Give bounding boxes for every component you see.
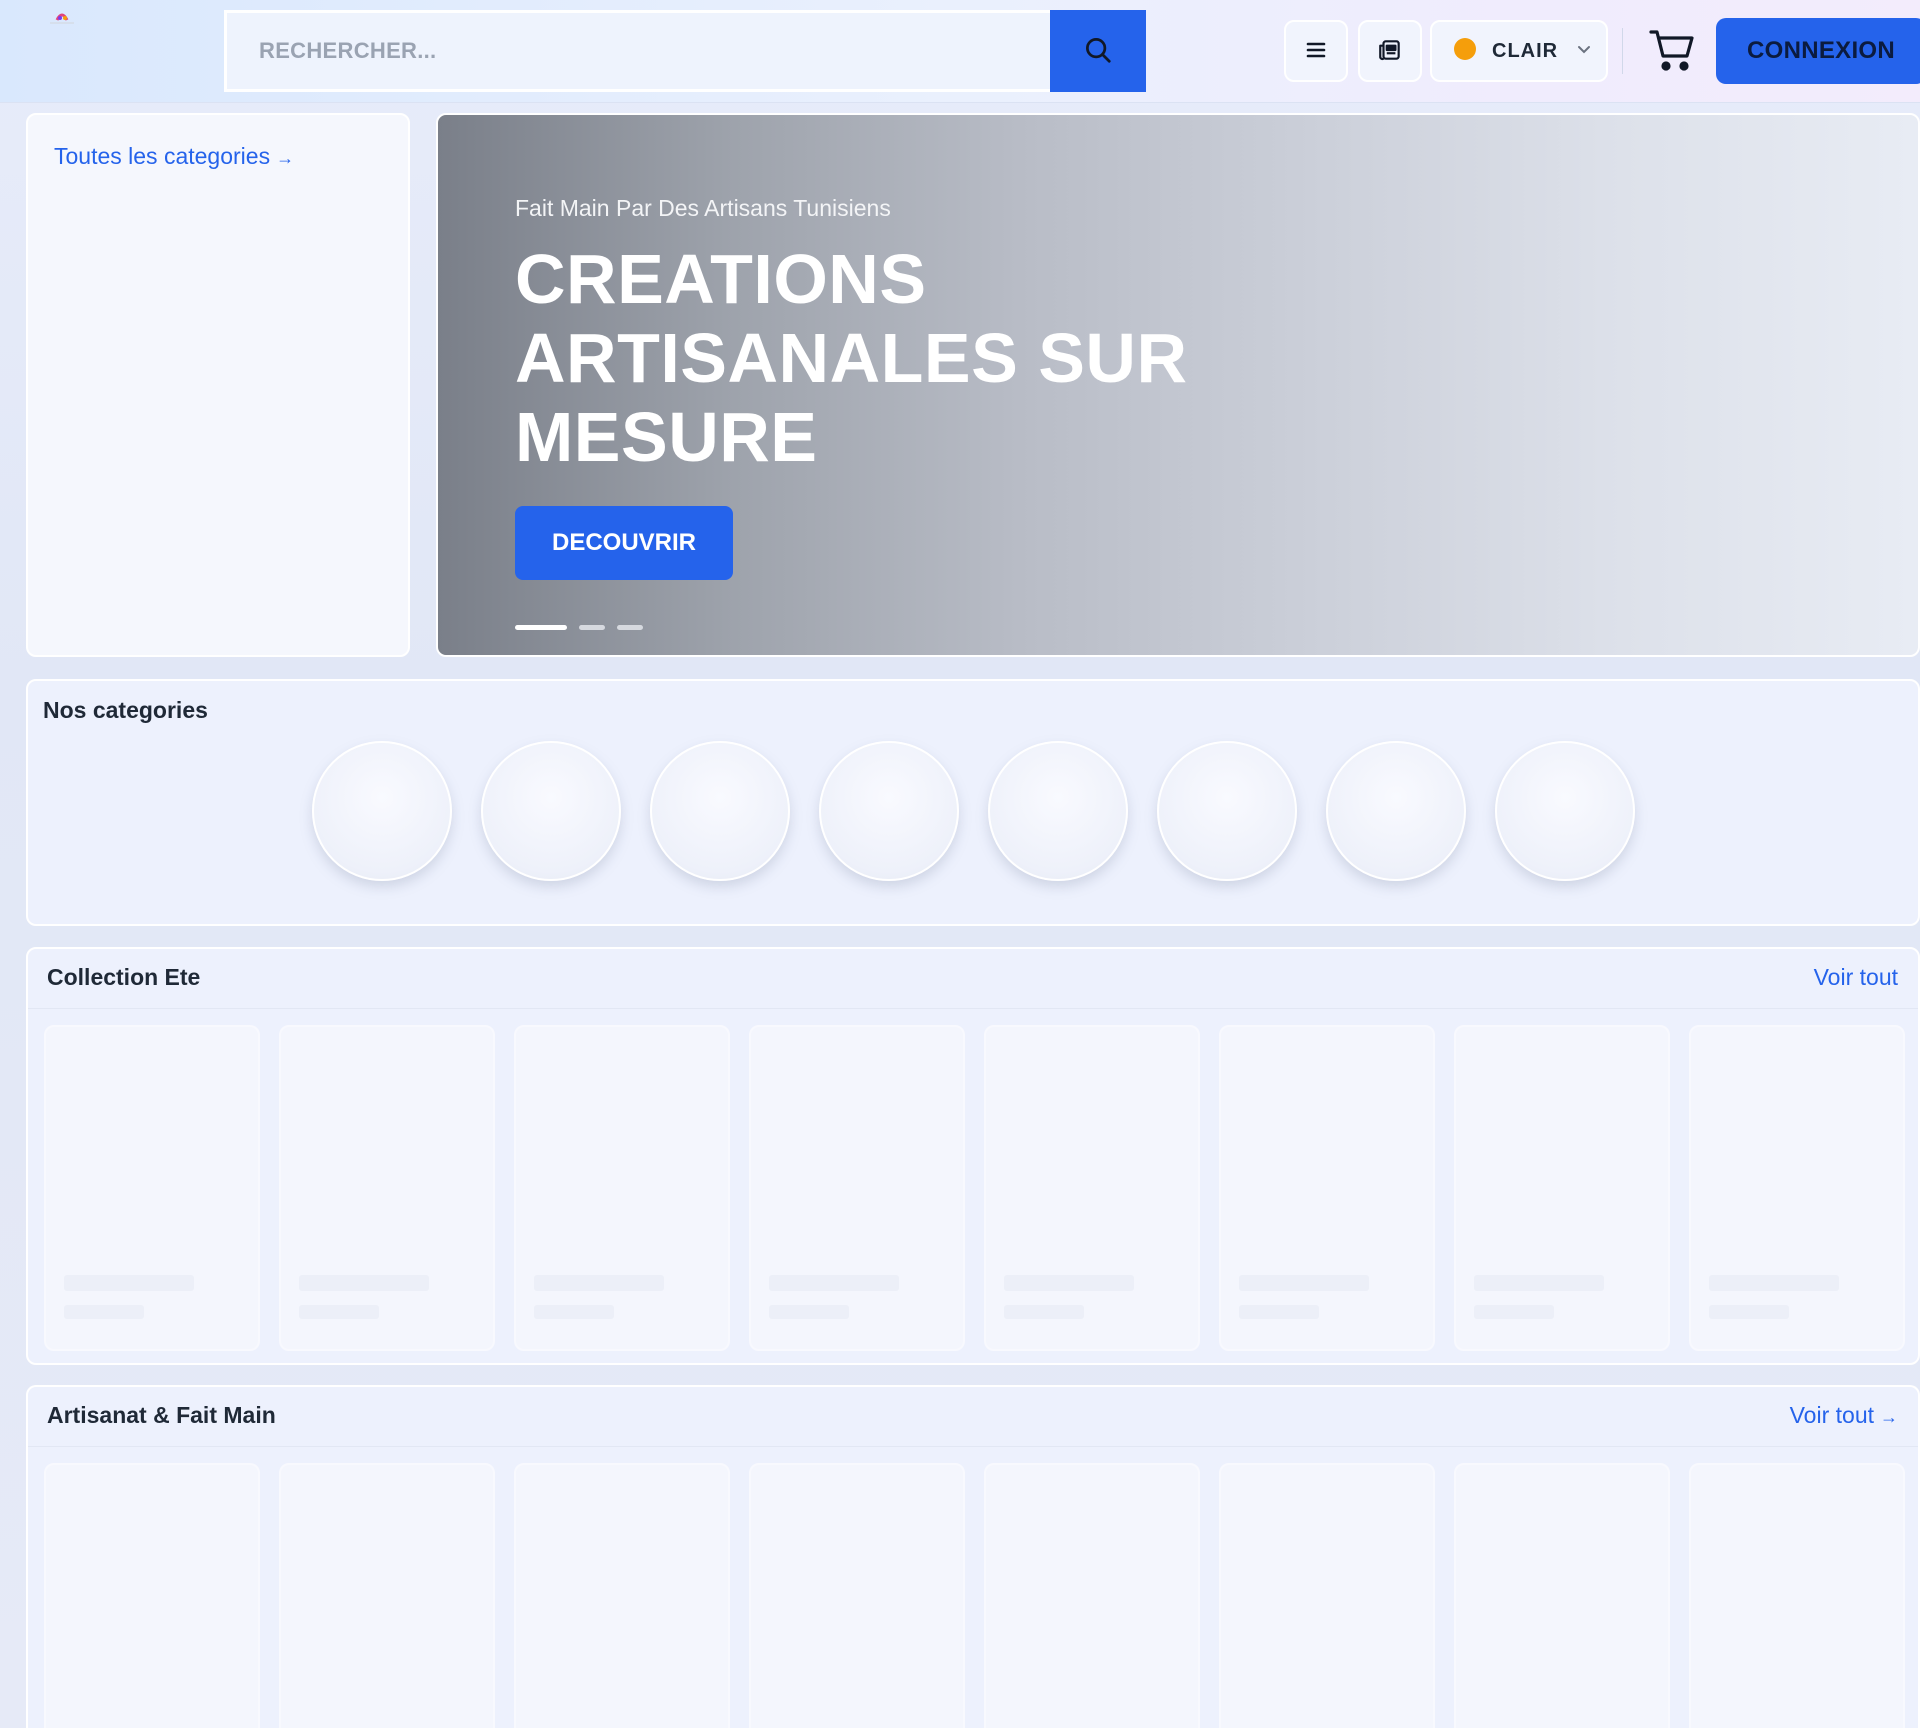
product-card-placeholder[interactable] — [279, 1463, 495, 1728]
slider-dots — [515, 625, 643, 630]
arrow-right-icon: → — [1880, 1407, 1898, 1427]
cart-button[interactable] — [1644, 24, 1700, 78]
slider-dot[interactable] — [617, 625, 643, 630]
product-card-placeholder[interactable] — [1454, 1463, 1670, 1728]
product-section: Collection Ete Voir tout — [26, 947, 1920, 1365]
category-item[interactable] — [1495, 741, 1635, 881]
hero-title-line: CREATIONS — [515, 240, 927, 318]
all-categories-link[interactable]: Toutes les categories → — [54, 143, 294, 170]
chevron-down-icon — [1576, 41, 1592, 62]
see-all-link[interactable]: Voir tout → — [1790, 1402, 1898, 1429]
logo-icon[interactable] — [40, 6, 80, 26]
category-item[interactable] — [650, 741, 790, 881]
slider-dot[interactable] — [579, 625, 605, 630]
product-card-placeholder[interactable] — [44, 1025, 260, 1351]
search-icon — [1083, 35, 1113, 68]
product-card-placeholder[interactable] — [749, 1025, 965, 1351]
see-all-label: Voir tout — [1813, 964, 1898, 990]
section-header: Collection Ete Voir tout — [28, 949, 1918, 1009]
news-icon — [1377, 37, 1403, 66]
category-sidebar: Toutes les categories → — [26, 113, 410, 657]
see-all-label: Voir tout — [1789, 1402, 1874, 1428]
product-card-placeholder[interactable] — [984, 1463, 1200, 1728]
section-title: Nos categories — [43, 697, 208, 723]
search-bar — [224, 10, 1146, 92]
arrow-right-icon: → — [276, 148, 295, 168]
search-input[interactable] — [224, 10, 1050, 92]
header-divider — [1622, 28, 1623, 74]
category-item[interactable] — [1326, 741, 1466, 881]
product-card-placeholder[interactable] — [749, 1463, 965, 1728]
product-card-placeholder[interactable] — [514, 1025, 730, 1351]
hero-subtitle: Fait Main Par Des Artisans Tunisiens — [515, 195, 891, 221]
cart-icon — [1649, 28, 1695, 75]
discover-button[interactable]: DECOUVRIR — [515, 506, 733, 580]
all-categories-label: Toutes les categories — [54, 143, 271, 169]
product-section: Artisanat & Fait Main Voir tout → — [26, 1385, 1920, 1728]
product-card-placeholder[interactable] — [1219, 1025, 1435, 1351]
categories-section: Nos categories — [26, 679, 1920, 926]
menu-icon — [1304, 38, 1328, 65]
category-item[interactable] — [819, 741, 959, 881]
header: CLAIR CONNEXION — [0, 0, 1920, 103]
category-item[interactable] — [481, 741, 621, 881]
menu-button[interactable] — [1284, 20, 1348, 82]
theme-icon — [1452, 36, 1478, 67]
slider-dot[interactable] — [515, 625, 567, 630]
product-card-placeholder[interactable] — [279, 1025, 495, 1351]
hero-title-line: ARTISANALES SUR — [515, 319, 1188, 397]
see-all-link[interactable]: Voir tout — [1814, 964, 1898, 991]
product-card-placeholder[interactable] — [1219, 1463, 1435, 1728]
product-card-placeholder[interactable] — [984, 1025, 1200, 1351]
category-item[interactable] — [1157, 741, 1297, 881]
product-card-placeholder[interactable] — [44, 1463, 260, 1728]
theme-select[interactable]: CLAIR — [1430, 20, 1608, 82]
product-card-placeholder[interactable] — [1454, 1025, 1670, 1351]
category-item[interactable] — [312, 741, 452, 881]
section-title: Artisanat & Fait Main — [47, 1402, 276, 1428]
category-item[interactable] — [988, 741, 1128, 881]
hero-title-line: MESURE — [515, 398, 818, 476]
section-header: Artisanat & Fait Main Voir tout → — [28, 1387, 1918, 1447]
hero-title: CREATIONS ARTISANALES SUR MESURE — [515, 240, 1215, 477]
news-button[interactable] — [1358, 20, 1422, 82]
product-card-placeholder[interactable] — [1689, 1025, 1905, 1351]
section-title: Collection Ete — [47, 964, 201, 990]
theme-label: CLAIR — [1492, 39, 1559, 62]
product-card-placeholder[interactable] — [1689, 1463, 1905, 1728]
search-button[interactable] — [1050, 10, 1146, 92]
login-button[interactable]: CONNEXION — [1716, 18, 1920, 84]
hero-banner: Fait Main Par Des Artisans Tunisiens CRE… — [436, 113, 1920, 657]
product-card-placeholder[interactable] — [514, 1463, 730, 1728]
